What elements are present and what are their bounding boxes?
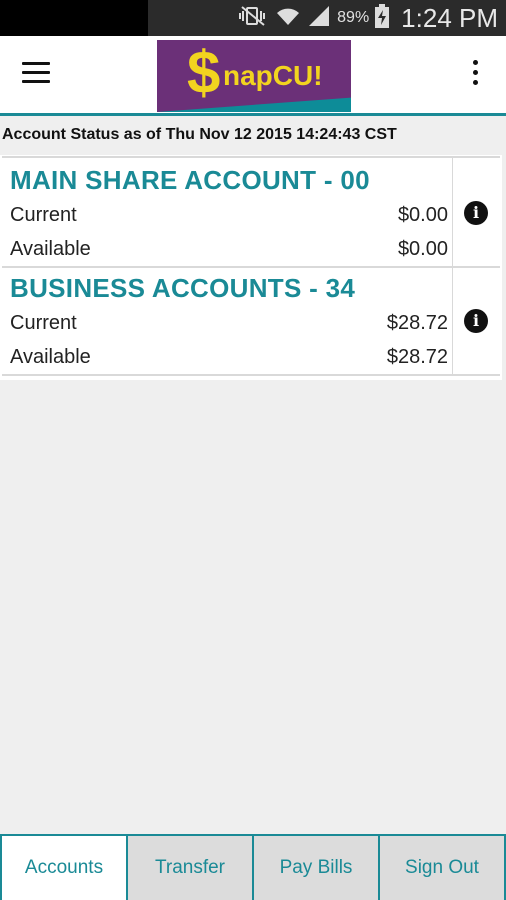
- status-bar: 89% 1:24 PM: [0, 0, 506, 36]
- current-value: $0.00: [397, 204, 448, 226]
- divider: [2, 156, 500, 158]
- tab-pay-bills[interactable]: Pay Bills: [254, 836, 378, 900]
- snapcu-logo: $ napCU!: [157, 40, 351, 112]
- mute-vibrate-icon: [239, 5, 269, 32]
- account-item[interactable]: MAIN SHARE ACCOUNT - 00 Current $0.00 Av…: [0, 155, 502, 267]
- divider: [2, 266, 500, 268]
- accounts-list: MAIN SHARE ACCOUNT - 00 Current $0.00 Av…: [0, 155, 502, 380]
- available-label: Available: [10, 238, 91, 260]
- overflow-menu-icon[interactable]: [466, 60, 484, 94]
- status-time: 1:24 PM: [401, 2, 498, 33]
- battery-charging-icon: [375, 3, 390, 33]
- bottom-tab-bar: Accounts Transfer Pay Bills Sign Out: [0, 834, 506, 900]
- tab-sign-out[interactable]: Sign Out: [380, 836, 504, 900]
- account-title: MAIN SHARE ACCOUNT - 00: [10, 165, 370, 195]
- hamburger-menu-icon[interactable]: [22, 62, 58, 90]
- logo-dollar: $: [187, 40, 221, 106]
- current-value: $28.72: [386, 312, 448, 334]
- account-title: BUSINESS ACCOUNTS - 34: [10, 273, 356, 303]
- available-value: $28.72: [386, 346, 448, 368]
- signal-icon: [307, 5, 331, 32]
- available-label: Available: [10, 346, 91, 368]
- info-icon[interactable]: i: [464, 201, 488, 225]
- available-value: $0.00: [397, 238, 448, 260]
- current-label: Current: [10, 312, 77, 334]
- tab-accounts[interactable]: Accounts: [2, 836, 126, 900]
- account-item[interactable]: BUSINESS ACCOUNTS - 34 Current $28.72 Av…: [0, 265, 502, 378]
- app-bar: $ napCU!: [0, 36, 506, 116]
- divider: [2, 374, 500, 376]
- info-icon[interactable]: i: [464, 309, 488, 333]
- battery-percent: 89%: [337, 9, 370, 26]
- tab-transfer[interactable]: Transfer: [128, 836, 252, 900]
- wifi-icon: [275, 5, 301, 32]
- current-label: Current: [10, 204, 77, 226]
- account-status-line: Account Status as of Thu Nov 12 2015 14:…: [0, 121, 506, 151]
- logo-text: napCU!: [223, 60, 323, 91]
